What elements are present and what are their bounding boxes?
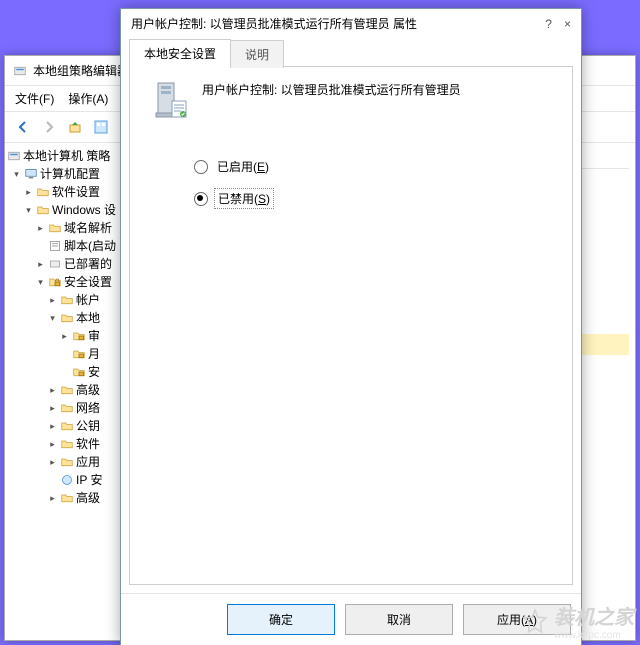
- tree-sub1[interactable]: 审: [88, 328, 100, 344]
- apply-button[interactable]: 应用(A): [463, 604, 571, 635]
- tree-accounts[interactable]: 帐户: [76, 292, 100, 308]
- dialog-button-bar: 确定 取消 应用(A): [121, 593, 581, 645]
- menu-file[interactable]: 文件(F): [15, 90, 54, 107]
- dialog-tabs: 本地安全设置 说明: [129, 38, 573, 67]
- tree-root[interactable]: 本地计算机 策略: [23, 148, 110, 164]
- tree-pk[interactable]: 公钥: [76, 418, 100, 434]
- tree-network[interactable]: 网络: [76, 400, 100, 416]
- tree-dns[interactable]: 域名解析: [64, 220, 112, 236]
- twisty-icon[interactable]: ▾: [35, 277, 46, 288]
- tree-sub3[interactable]: 安: [88, 364, 100, 380]
- twisty-icon[interactable]: ▸: [47, 385, 58, 396]
- twisty-icon[interactable]: ▸: [23, 187, 34, 198]
- folder-icon: [48, 222, 62, 234]
- toolbar-forward[interactable]: [37, 115, 61, 139]
- radio-enabled-label[interactable]: 已启用(E): [214, 157, 272, 176]
- tree-software[interactable]: 软件设置: [52, 184, 100, 200]
- tree-app[interactable]: 应用: [76, 454, 100, 470]
- twisty-icon[interactable]: ▸: [35, 259, 46, 270]
- toolbar-up[interactable]: [63, 115, 87, 139]
- twisty-icon[interactable]: ▸: [47, 493, 58, 504]
- dialog-title-text: 用户帐户控制: 以管理员批准模式运行所有管理员 属性: [131, 15, 417, 32]
- twisty-icon: [59, 367, 70, 378]
- twisty-icon: [47, 475, 58, 486]
- folder-lock-icon: [72, 366, 86, 378]
- gp-title-text: 本地组策略编辑器: [33, 62, 129, 79]
- twisty-icon[interactable]: ▸: [47, 439, 58, 450]
- tree-ips[interactable]: IP 安: [76, 472, 102, 488]
- folder-icon: [60, 402, 74, 414]
- twisty-icon[interactable]: ▸: [59, 331, 70, 342]
- twisty-icon[interactable]: ▸: [35, 223, 46, 234]
- folder-icon: [36, 186, 50, 198]
- ipsec-icon: [60, 474, 74, 486]
- properties-dialog: 用户帐户控制: 以管理员批准模式运行所有管理员 属性 ? × 本地安全设置 说明: [120, 8, 582, 645]
- radio-enabled[interactable]: [194, 160, 208, 174]
- tree-sub2[interactable]: 月: [88, 346, 100, 362]
- tree-deployed[interactable]: 已部署的: [64, 256, 112, 272]
- gp-app-icon: [13, 65, 27, 77]
- radio-enabled-row[interactable]: 已启用(E): [194, 151, 550, 182]
- tree-script[interactable]: 脚本(启动: [64, 238, 116, 254]
- folder-icon: [60, 384, 74, 396]
- radio-disabled-row[interactable]: 已禁用(S): [194, 182, 550, 215]
- twisty-icon[interactable]: ▾: [11, 169, 22, 180]
- help-button[interactable]: ?: [545, 17, 552, 31]
- folder-icon: [36, 204, 50, 216]
- menu-action[interactable]: 操作(A): [68, 90, 108, 107]
- folder-lock-icon: [72, 348, 86, 360]
- toolbar-back[interactable]: [11, 115, 35, 139]
- tab-explain[interactable]: 说明: [230, 40, 284, 68]
- twisty-icon: [59, 349, 70, 360]
- folder-icon: [60, 420, 74, 432]
- twisty-icon[interactable]: ▾: [23, 205, 34, 216]
- toolbar-options[interactable]: [89, 115, 113, 139]
- dialog-content: 用户帐户控制: 以管理员批准模式运行所有管理员 已启用(E) 已禁用(S): [129, 67, 573, 585]
- script-icon: [48, 240, 62, 252]
- server-policy-icon: [152, 81, 188, 121]
- tree-sw2[interactable]: 软件: [76, 436, 100, 452]
- folder-icon: [60, 492, 74, 504]
- dialog-heading: 用户帐户控制: 以管理员批准模式运行所有管理员: [202, 81, 461, 98]
- security-icon: [48, 276, 62, 288]
- twisty-icon[interactable]: ▸: [47, 295, 58, 306]
- folder-icon: [60, 438, 74, 450]
- tree-windows[interactable]: Windows 设: [52, 202, 116, 218]
- tree-adv2[interactable]: 高级: [76, 490, 100, 506]
- folder-lock-icon: [72, 330, 86, 342]
- tree-security[interactable]: 安全设置: [64, 274, 112, 290]
- tree-adv[interactable]: 高级: [76, 382, 100, 398]
- tree-computer[interactable]: 计算机配置: [40, 166, 100, 182]
- folder-icon: [60, 312, 74, 324]
- twisty-icon[interactable]: ▸: [47, 403, 58, 414]
- twisty-icon: [35, 241, 46, 252]
- radio-disabled[interactable]: [194, 192, 208, 206]
- tree-local[interactable]: 本地: [76, 310, 100, 326]
- tab-local-security[interactable]: 本地安全设置: [129, 39, 231, 67]
- deployed-icon: [48, 258, 62, 270]
- folder-icon: [60, 294, 74, 306]
- twisty-icon[interactable]: ▾: [47, 313, 58, 324]
- computer-icon: [24, 168, 38, 180]
- gp-tree[interactable]: 本地计算机 策略 ▾ 计算机配置 ▸ 软件设置 ▾ Windows 设 ▸ 域名解析 脚…: [5, 143, 128, 637]
- radio-disabled-label[interactable]: 已禁用(S): [214, 188, 274, 209]
- twisty-icon[interactable]: ▸: [47, 457, 58, 468]
- cancel-button[interactable]: 取消: [345, 604, 453, 635]
- twisty-icon[interactable]: ▸: [47, 421, 58, 432]
- ok-button[interactable]: 确定: [227, 604, 335, 635]
- dialog-titlebar[interactable]: 用户帐户控制: 以管理员批准模式运行所有管理员 属性 ? ×: [121, 9, 581, 38]
- close-button[interactable]: ×: [564, 17, 571, 31]
- policy-icon: [7, 150, 21, 162]
- folder-icon: [60, 456, 74, 468]
- radio-group: 已启用(E) 已禁用(S): [194, 151, 550, 215]
